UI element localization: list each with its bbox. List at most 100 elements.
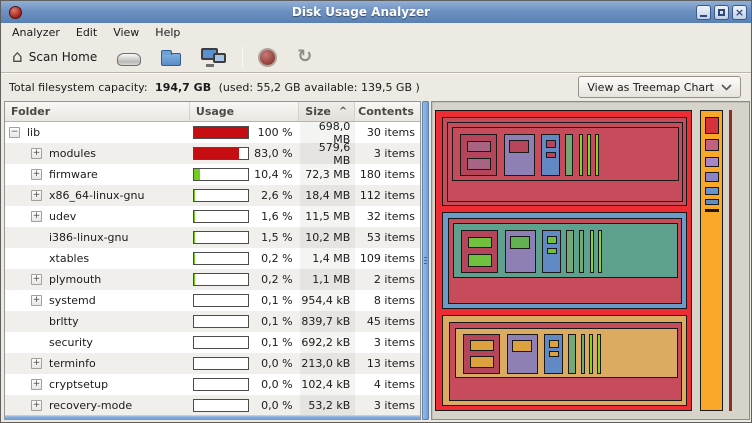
table-row[interactable]: +x86_64-linux-gnu2,6 %18,4 MB112 items bbox=[5, 185, 420, 206]
treemap-rect[interactable] bbox=[547, 248, 557, 254]
treemap-rect[interactable] bbox=[581, 334, 585, 374]
menu-item-help[interactable]: Help bbox=[148, 24, 187, 41]
treemap-rect[interactable] bbox=[597, 334, 601, 374]
expand-icon[interactable]: + bbox=[31, 190, 42, 201]
title-bar[interactable]: Disk Usage Analyzer × bbox=[1, 1, 751, 23]
scan-home-button[interactable]: ⌂ Scan Home bbox=[7, 47, 102, 68]
treemap-rect[interactable] bbox=[467, 158, 491, 170]
treemap-rect[interactable] bbox=[455, 328, 678, 378]
horizontal-scrollbar[interactable] bbox=[5, 415, 420, 419]
column-header-contents[interactable]: Contents bbox=[355, 102, 420, 121]
refresh-button[interactable]: ↻ bbox=[292, 46, 317, 68]
minimize-button[interactable] bbox=[696, 5, 711, 20]
treemap-rect[interactable] bbox=[549, 340, 559, 348]
treemap-rect[interactable] bbox=[453, 223, 678, 278]
table-row[interactable]: brltty0,1 %839,7 kB45 items bbox=[5, 311, 420, 332]
menu-item-view[interactable]: View bbox=[106, 24, 146, 41]
treemap-rect[interactable] bbox=[442, 315, 687, 406]
treemap-rect[interactable] bbox=[468, 254, 492, 267]
scrollbar-thumb[interactable] bbox=[422, 101, 429, 420]
stop-button[interactable] bbox=[253, 46, 282, 69]
treemap-rect[interactable] bbox=[460, 134, 497, 176]
treemap-rect[interactable] bbox=[546, 152, 556, 158]
treemap-rect[interactable] bbox=[541, 134, 560, 176]
table-row[interactable]: +modules83,0 %579,6 MB3 items bbox=[5, 143, 420, 164]
table-row[interactable]: +firmware10,4 %72,3 MB180 items bbox=[5, 164, 420, 185]
expand-icon[interactable]: + bbox=[31, 148, 42, 159]
treemap-rect[interactable] bbox=[448, 218, 682, 304]
treemap-rect[interactable] bbox=[705, 187, 719, 195]
expand-icon[interactable]: + bbox=[31, 211, 42, 222]
close-button[interactable]: × bbox=[732, 5, 747, 20]
treemap-rect[interactable] bbox=[705, 139, 719, 151]
treemap-rect[interactable] bbox=[435, 110, 692, 411]
treemap-rect[interactable] bbox=[461, 230, 498, 273]
treemap-rect[interactable] bbox=[595, 134, 599, 176]
treemap-rect[interactable] bbox=[705, 172, 719, 182]
collapse-icon[interactable]: − bbox=[9, 127, 20, 138]
treemap-rect[interactable] bbox=[510, 236, 530, 249]
table-row[interactable]: −lib100 %698,0 MB30 items bbox=[5, 122, 420, 143]
treemap-rect[interactable] bbox=[579, 134, 583, 176]
table-row[interactable]: +plymouth0,2 %1,1 MB2 items bbox=[5, 269, 420, 290]
table-row[interactable]: +recovery-mode0,0 %53,2 kB3 items bbox=[5, 395, 420, 415]
treemap-rect[interactable] bbox=[470, 356, 494, 368]
treemap-rect[interactable] bbox=[568, 334, 576, 374]
scan-filesystem-button[interactable] bbox=[112, 46, 146, 68]
treemap-rect[interactable] bbox=[705, 157, 719, 167]
maximize-button[interactable] bbox=[714, 5, 729, 20]
treemap-rect[interactable] bbox=[509, 140, 529, 153]
treemap-rect[interactable] bbox=[468, 237, 492, 248]
expand-icon[interactable]: + bbox=[31, 295, 42, 306]
treemap-rect[interactable] bbox=[598, 230, 602, 273]
vertical-scrollbar[interactable] bbox=[422, 101, 429, 420]
menu-item-analyzer[interactable]: Analyzer bbox=[5, 24, 67, 41]
table-row[interactable]: +terminfo0,0 %213,0 kB13 items bbox=[5, 353, 420, 374]
treemap-rect[interactable] bbox=[505, 230, 536, 273]
treemap-rect[interactable] bbox=[579, 230, 584, 273]
scan-folder-button[interactable] bbox=[156, 46, 186, 68]
treemap-rect[interactable] bbox=[504, 134, 535, 176]
table-row[interactable]: security0,1 %692,2 kB3 items bbox=[5, 332, 420, 353]
treemap-rect[interactable] bbox=[470, 340, 494, 351]
column-header-size[interactable]: Size^ bbox=[299, 102, 355, 121]
menu-item-edit[interactable]: Edit bbox=[69, 24, 104, 41]
treemap-rect[interactable] bbox=[442, 117, 687, 206]
column-header-folder[interactable]: Folder bbox=[5, 102, 190, 121]
expand-icon[interactable]: + bbox=[31, 400, 42, 411]
expand-icon[interactable]: + bbox=[31, 358, 42, 369]
treemap-rect[interactable] bbox=[587, 134, 591, 176]
treemap-rect[interactable] bbox=[512, 340, 532, 352]
treemap-rect[interactable] bbox=[705, 117, 719, 134]
scan-remote-button[interactable] bbox=[196, 46, 232, 68]
treemap-rect[interactable] bbox=[447, 122, 683, 202]
column-header-usage[interactable]: Usage bbox=[190, 102, 299, 121]
treemap-rect[interactable] bbox=[507, 334, 538, 374]
table-row[interactable]: +udev1,6 %11,5 MB32 items bbox=[5, 206, 420, 227]
treemap-rect[interactable] bbox=[463, 334, 500, 374]
table-row[interactable]: i386-linux-gnu1,5 %10,2 MB53 items bbox=[5, 227, 420, 248]
treemap-rect[interactable] bbox=[547, 236, 557, 244]
treemap-chart[interactable] bbox=[431, 101, 750, 420]
expand-icon[interactable]: + bbox=[31, 379, 42, 390]
treemap-rect[interactable] bbox=[700, 110, 723, 411]
treemap-rect[interactable] bbox=[546, 140, 556, 148]
treemap-rect[interactable] bbox=[467, 141, 491, 152]
treemap-rect[interactable] bbox=[452, 127, 679, 181]
treemap-rect[interactable] bbox=[542, 230, 561, 273]
treemap-rect[interactable] bbox=[705, 209, 719, 212]
table-row[interactable]: +systemd0,1 %954,4 kB8 items bbox=[5, 290, 420, 311]
expand-icon[interactable]: + bbox=[31, 169, 42, 180]
table-row[interactable]: xtables0,2 %1,4 MB109 items bbox=[5, 248, 420, 269]
treemap-rect[interactable] bbox=[566, 230, 574, 273]
treemap-rect[interactable] bbox=[589, 334, 593, 374]
table-row[interactable]: +cryptsetup0,0 %102,4 kB4 items bbox=[5, 374, 420, 395]
treemap-rect[interactable] bbox=[544, 334, 563, 374]
treemap-rect[interactable] bbox=[590, 230, 594, 273]
treemap-rect[interactable] bbox=[729, 110, 732, 411]
treemap-rect[interactable] bbox=[705, 199, 719, 205]
expand-icon[interactable]: + bbox=[31, 274, 42, 285]
treemap-rect[interactable] bbox=[442, 212, 687, 309]
view-selector-dropdown[interactable]: View as Treemap Chart bbox=[578, 76, 741, 98]
treemap-rect[interactable] bbox=[449, 322, 682, 401]
